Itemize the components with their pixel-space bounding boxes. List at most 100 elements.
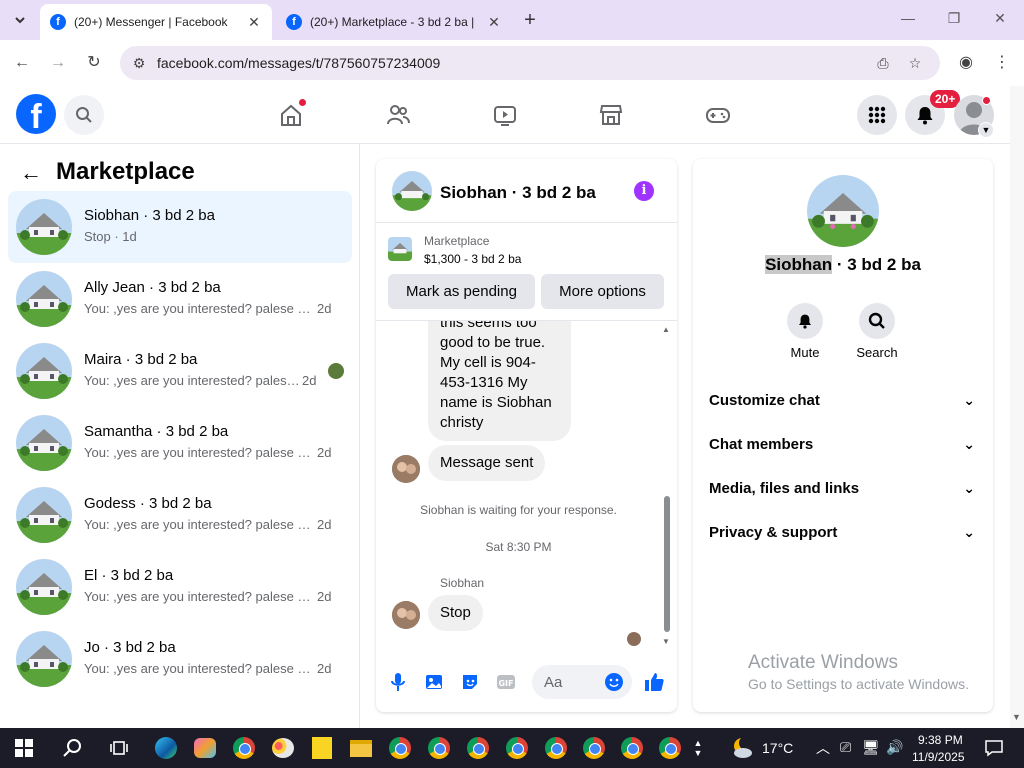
back-arrow-icon[interactable]: ←: [20, 160, 42, 186]
edge-app[interactable]: [152, 734, 180, 762]
close-window-icon[interactable]: ✕: [990, 10, 1010, 27]
chrome-profile-app[interactable]: [464, 734, 492, 762]
thumbs-up-icon: [645, 673, 664, 691]
file-explorer-app[interactable]: [347, 734, 375, 762]
sender-avatar[interactable]: [392, 601, 420, 629]
restore-icon[interactable]: ❐: [944, 10, 964, 27]
tab-marketplace[interactable]: f (20+) Marketplace - 3 bd 2 ba | ✕: [276, 4, 512, 40]
close-tab-icon[interactable]: ✕: [246, 14, 262, 31]
install-app-icon[interactable]: ⎙: [874, 54, 892, 72]
clock-date[interactable]: 11/9/2025: [912, 750, 965, 764]
profile-icon[interactable]: ◉: [956, 53, 976, 73]
facebook-logo[interactable]: f: [16, 94, 56, 134]
section-privacy-support[interactable]: Privacy & support ⌄: [709, 524, 979, 556]
message-list[interactable]: this seems too good to be true. My cell …: [376, 321, 677, 651]
network-icon[interactable]: 🖥: [862, 739, 880, 756]
conversation-item[interactable]: Siobhan · 3 bd 2 ba Stop · 1d: [8, 191, 352, 263]
menu-kebab-icon[interactable]: ⋮: [992, 53, 1012, 73]
nav-gaming[interactable]: [701, 98, 735, 132]
conversation-item[interactable]: El · 3 bd 2 ba You: ,yes are you interes…: [8, 551, 352, 623]
mute-button[interactable]: Mute: [775, 303, 835, 360]
sticker-button[interactable]: [459, 671, 481, 693]
nav-friends[interactable]: [381, 98, 415, 132]
chrome-profile-app[interactable]: [386, 734, 414, 762]
chrome-profile-app[interactable]: [580, 734, 608, 762]
sender-avatar[interactable]: [392, 455, 420, 483]
like-button[interactable]: [643, 671, 665, 693]
chrome-profile-app[interactable]: [503, 734, 531, 762]
page-scroll-down-icon[interactable]: ▼: [1012, 712, 1021, 722]
attach-photo-button[interactable]: [423, 671, 445, 693]
clock-time[interactable]: 9:38 PM: [918, 733, 963, 747]
conversation-time: 2d: [317, 517, 332, 532]
section-customize-chat[interactable]: Customize chat ⌄: [709, 392, 979, 424]
page-scrollbar[interactable]: ▼: [1010, 86, 1024, 728]
sticky-notes-app[interactable]: [308, 734, 336, 762]
conversation-item[interactable]: Godess · 3 bd 2 ba You: ,yes are you int…: [8, 479, 352, 551]
scrollbar-thumb[interactable]: [664, 496, 670, 632]
message-bubble[interactable]: Message sent: [428, 445, 546, 481]
nav-home[interactable]: [274, 98, 308, 132]
chrome-profile-app[interactable]: [618, 734, 646, 762]
tray-camera-icon[interactable]: ⎚: [840, 739, 851, 756]
start-button[interactable]: [10, 734, 38, 762]
account-chevron-icon[interactable]: ▼: [978, 122, 994, 138]
info-icon[interactable]: i: [634, 181, 654, 201]
menu-button[interactable]: [857, 95, 897, 135]
weather-temperature[interactable]: 17°C: [762, 740, 793, 756]
section-chat-members[interactable]: Chat members ⌄: [709, 436, 979, 468]
details-listing-photo[interactable]: [807, 175, 879, 247]
search-in-chat-button[interactable]: Search: [847, 303, 907, 360]
copilot-app[interactable]: [191, 734, 219, 762]
new-tab-button[interactable]: +: [520, 10, 540, 30]
listing-thumbnail: [16, 631, 72, 687]
bookmark-star-icon[interactable]: ☆: [906, 54, 924, 72]
tab-search-button[interactable]: [8, 8, 32, 32]
weather-widget[interactable]: [728, 734, 756, 762]
site-settings-icon[interactable]: ⚙: [130, 54, 148, 72]
section-media-files-links[interactable]: Media, files and links ⌄: [709, 480, 979, 512]
notification-center-button[interactable]: [980, 734, 1008, 762]
mark-as-pending-button[interactable]: Mark as pending: [388, 274, 535, 309]
volume-icon[interactable]: 🔊: [886, 739, 903, 756]
conversation-preview: You: ,yes are you interested? palese a..…: [84, 589, 314, 604]
facebook-search-button[interactable]: [64, 95, 104, 135]
taskbar-search-button[interactable]: [58, 734, 86, 762]
chat-title[interactable]: Siobhan · 3 bd 2 ba: [440, 183, 596, 203]
chrome-app[interactable]: [230, 734, 258, 762]
tray-chevron-up-icon[interactable]: ︿: [816, 738, 830, 758]
minimize-icon[interactable]: —: [898, 10, 918, 26]
voice-clip-button[interactable]: [387, 671, 409, 693]
task-view-button[interactable]: [105, 734, 133, 762]
back-button[interactable]: ←: [12, 53, 32, 73]
listing-price-title[interactable]: $1,300 - 3 bd 2 ba: [424, 252, 521, 266]
listing-small-thumbnail[interactable]: [388, 237, 412, 261]
tab-messenger[interactable]: f (20+) Messenger | Facebook ✕: [40, 4, 272, 40]
scroll-up-icon[interactable]: ▲: [662, 325, 670, 334]
chrome-profile-app[interactable]: [425, 734, 453, 762]
omnibox[interactable]: ⚙ facebook.com/messages/t/78756075723400…: [120, 46, 940, 80]
chat-listing-thumbnail[interactable]: [392, 171, 432, 211]
forward-button[interactable]: →: [48, 53, 68, 73]
chrome-profile-app[interactable]: [656, 734, 684, 762]
message-input[interactable]: Aa: [532, 665, 632, 699]
message-bubble[interactable]: this seems too good to be true. My cell …: [428, 321, 571, 441]
more-options-button[interactable]: More options: [541, 274, 664, 309]
message-bubble[interactable]: Stop: [428, 595, 483, 631]
taskbar-overflow-button[interactable]: ▲ ▼: [688, 734, 708, 762]
nav-video[interactable]: [488, 98, 522, 132]
nav-marketplace[interactable]: [594, 98, 628, 132]
chrome-profile-app[interactable]: [542, 734, 570, 762]
paint-app[interactable]: [269, 734, 297, 762]
conversation-item[interactable]: Samantha · 3 bd 2 ba You: ,yes are you i…: [8, 407, 352, 479]
conversation-item[interactable]: Jo · 3 bd 2 ba You: ,yes are you interes…: [8, 623, 352, 695]
close-tab-icon[interactable]: ✕: [486, 14, 502, 31]
conversation-item[interactable]: Ally Jean · 3 bd 2 ba You: ,yes are you …: [8, 263, 352, 335]
conversation-item[interactable]: Maira · 3 bd 2 ba You: ,yes are you inte…: [8, 335, 352, 407]
scroll-down-icon[interactable]: ▼: [662, 637, 670, 646]
emoji-button[interactable]: [604, 672, 624, 697]
chevron-down-icon: ⌄: [963, 392, 975, 408]
reload-button[interactable]: ↻: [84, 53, 104, 73]
url-text[interactable]: facebook.com/messages/t/787560757234009: [157, 55, 440, 71]
gif-button[interactable]: GIF: [495, 671, 517, 693]
